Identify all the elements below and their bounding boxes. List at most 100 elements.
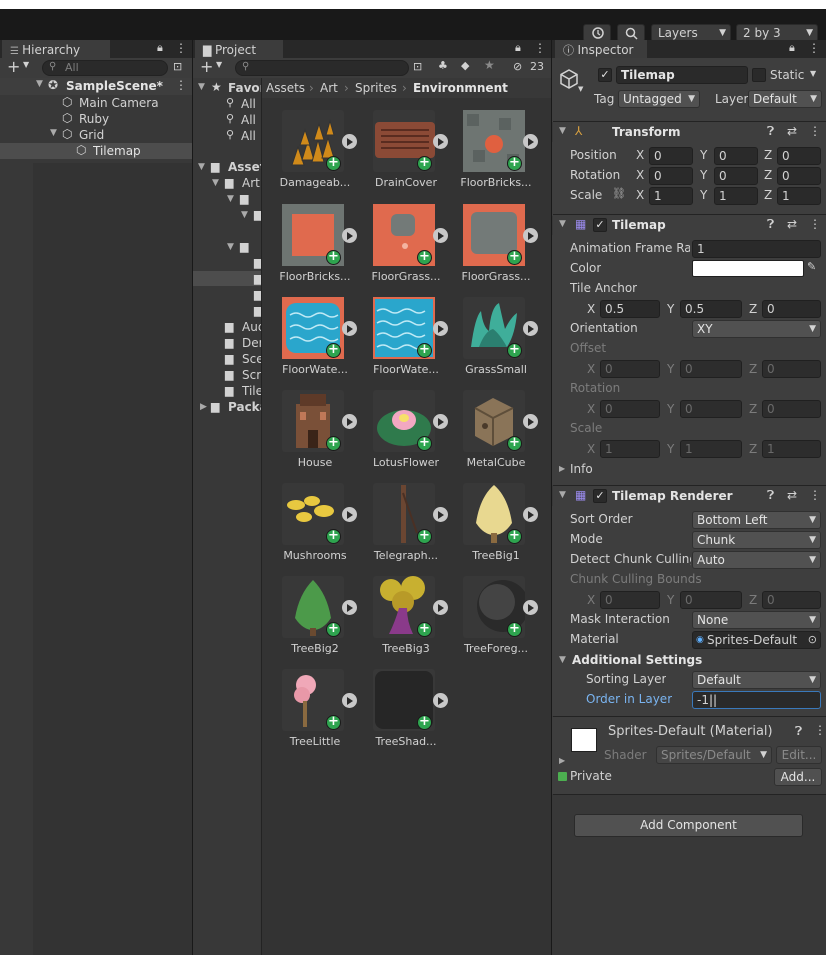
filter-by-label-icon[interactable]: ◆: [461, 59, 469, 72]
chevron-down-icon[interactable]: ▼: [198, 82, 205, 92]
tree-item-tilemap[interactable]: ⬡ Tilemap: [0, 143, 192, 159]
play-icon[interactable]: [523, 507, 538, 522]
mode-dropdown[interactable]: Chunk▼: [692, 531, 821, 549]
lock-icon[interactable]: 🔒︎: [515, 41, 521, 55]
kebab-menu-icon[interactable]: ⋮: [808, 41, 820, 55]
presets-icon[interactable]: ⇄: [787, 124, 797, 138]
asset-treeforeground[interactable]: + TreeForeg...: [451, 576, 531, 668]
play-icon[interactable]: [342, 507, 357, 522]
play-icon[interactable]: [433, 414, 448, 429]
color-swatch[interactable]: [692, 260, 804, 277]
tree-fav-item[interactable]: All: [241, 129, 256, 143]
position-x-field[interactable]: 0: [649, 147, 693, 165]
kebab-menu-icon[interactable]: ⋮: [175, 41, 187, 55]
scale-x-field[interactable]: 1: [649, 187, 693, 205]
orientation-dropdown[interactable]: XY▼: [692, 320, 821, 338]
chevron-down-icon[interactable]: ▼: [227, 194, 234, 204]
hidden-packages-icon[interactable]: ⊘: [513, 60, 522, 73]
chevron-down-icon[interactable]: ▼: [50, 128, 57, 138]
tree-folder[interactable]: Scr: [242, 368, 261, 382]
play-icon[interactable]: [433, 321, 448, 336]
play-icon[interactable]: [342, 414, 357, 429]
additional-settings-foldout[interactable]: Additional Settings: [572, 653, 702, 667]
order-in-layer-field[interactable]: -1||: [692, 691, 821, 709]
lock-icon[interactable]: 🔒︎: [789, 41, 795, 55]
chevron-down-icon[interactable]: ▼: [227, 242, 234, 252]
chevron-down-icon[interactable]: ▼: [216, 60, 222, 69]
sorting-layer-dropdown[interactable]: Default▼: [692, 671, 821, 689]
play-icon[interactable]: [433, 507, 448, 522]
tab-hierarchy[interactable]: ☰ Hierarchy: [2, 40, 110, 58]
asset-floorgrass-2[interactable]: + FloorGrass...: [451, 204, 531, 296]
frame-rate-field[interactable]: 1: [692, 240, 821, 258]
chevron-down-icon[interactable]: ▼: [241, 210, 248, 220]
add-label-button[interactable]: Add...: [774, 768, 822, 786]
chevron-down-icon[interactable]: ▼: [559, 655, 566, 665]
chevron-down-icon[interactable]: ▼: [559, 219, 566, 229]
asset-treelittle[interactable]: + TreeLittle: [270, 669, 350, 761]
play-icon[interactable]: [342, 693, 357, 708]
asset-floorwater-1[interactable]: + FloorWate...: [270, 297, 350, 389]
renderer-enabled-checkbox[interactable]: ✓: [593, 489, 607, 503]
play-icon[interactable]: [523, 321, 538, 336]
tree-folder[interactable]: Sce: [242, 352, 261, 366]
play-icon[interactable]: [523, 600, 538, 615]
sort-order-dropdown[interactable]: Bottom Left▼: [692, 511, 821, 529]
asset-mushrooms[interactable]: + Mushrooms: [270, 483, 350, 575]
tree-folder[interactable]: Aud: [242, 320, 261, 334]
asset-grasssmall[interactable]: + GrassSmall: [451, 297, 531, 389]
breadcrumb-item[interactable]: Art: [320, 81, 338, 95]
play-icon[interactable]: [433, 228, 448, 243]
asset-draincover[interactable]: + DrainCover: [361, 110, 441, 202]
help-icon[interactable]: ❓︎: [767, 124, 774, 139]
asset-telegraph[interactable]: + Telegraph...: [361, 483, 441, 575]
kebab-menu-icon[interactable]: ⋮: [814, 723, 826, 737]
asset-metalcube[interactable]: + MetalCube: [451, 390, 531, 482]
tree-art[interactable]: Art: [242, 176, 260, 190]
object-name-field[interactable]: Tilemap: [616, 66, 748, 84]
asset-floorwater-2[interactable]: + FloorWate...: [361, 297, 441, 389]
kebab-menu-icon[interactable]: ⋮: [809, 124, 821, 138]
private-checkbox-icon[interactable]: [558, 772, 567, 781]
favorite-star-icon[interactable]: ★: [484, 58, 495, 72]
chevron-down-icon[interactable]: ▼: [559, 490, 566, 500]
tree-item-scene[interactable]: ▼ ✪ SampleScene* ⋮: [0, 78, 192, 95]
tab-inspector[interactable]: ⓘ Inspector: [555, 40, 647, 58]
kebab-menu-icon[interactable]: ⋮: [809, 217, 821, 231]
play-icon[interactable]: [342, 134, 357, 149]
scale-z-field[interactable]: 1: [777, 187, 821, 205]
chevron-down-icon[interactable]: ▼: [23, 60, 29, 69]
tab-project[interactable]: ▇ Project: [195, 40, 283, 58]
tree-fav-item[interactable]: All: [241, 113, 256, 127]
link-icon[interactable]: ⛓: [612, 187, 626, 200]
add-component-button[interactable]: Add Component: [574, 814, 803, 837]
asset-lotusflower[interactable]: + LotusFlower: [361, 390, 441, 482]
presets-icon[interactable]: ⇄: [787, 488, 797, 502]
layer-dropdown[interactable]: Default▼: [748, 90, 822, 108]
tree-packages[interactable]: Packa: [228, 400, 261, 414]
chevron-right-icon[interactable]: ▶: [559, 756, 565, 765]
material-field[interactable]: ◉ Sprites-Default ⊙: [692, 631, 821, 649]
scale-y-field[interactable]: 1: [714, 187, 758, 205]
filter-by-type-icon[interactable]: ♣: [438, 59, 448, 72]
rotation-y-field[interactable]: 0: [714, 167, 758, 185]
chevron-down-icon[interactable]: ▼: [578, 85, 583, 93]
tree-selected-folder[interactable]: [193, 271, 261, 286]
tag-dropdown[interactable]: Untagged▼: [618, 90, 700, 108]
tree-assets[interactable]: Assets: [228, 160, 261, 174]
asset-floorbricks-1[interactable]: + FloorBricks...: [451, 110, 531, 202]
tilemap-header[interactable]: ▼ ▦ ✓ Tilemap ❓︎ ⇄ ⋮: [553, 215, 826, 235]
chevron-down-icon[interactable]: ▼: [198, 162, 205, 172]
position-z-field[interactable]: 0: [777, 147, 821, 165]
culling-dropdown[interactable]: Auto▼: [692, 551, 821, 569]
kebab-menu-icon[interactable]: ⋮: [809, 488, 821, 502]
chevron-down-icon[interactable]: ▼: [810, 69, 816, 78]
search-by-scene-icon[interactable]: ⊡: [413, 60, 422, 73]
play-icon[interactable]: [342, 321, 357, 336]
breadcrumb-item[interactable]: Sprites: [355, 81, 397, 95]
kebab-menu-icon[interactable]: ⋮: [175, 78, 187, 92]
tilemap-renderer-header[interactable]: ▼ ▦ ✓ Tilemap Renderer ❓︎ ⇄ ⋮: [553, 486, 826, 506]
tree-item-main-camera[interactable]: ⬡ Main Camera: [0, 95, 192, 111]
tree-item-ruby[interactable]: ⬡ Ruby: [0, 111, 192, 127]
asset-floorbricks-2[interactable]: + FloorBricks...: [270, 204, 350, 296]
